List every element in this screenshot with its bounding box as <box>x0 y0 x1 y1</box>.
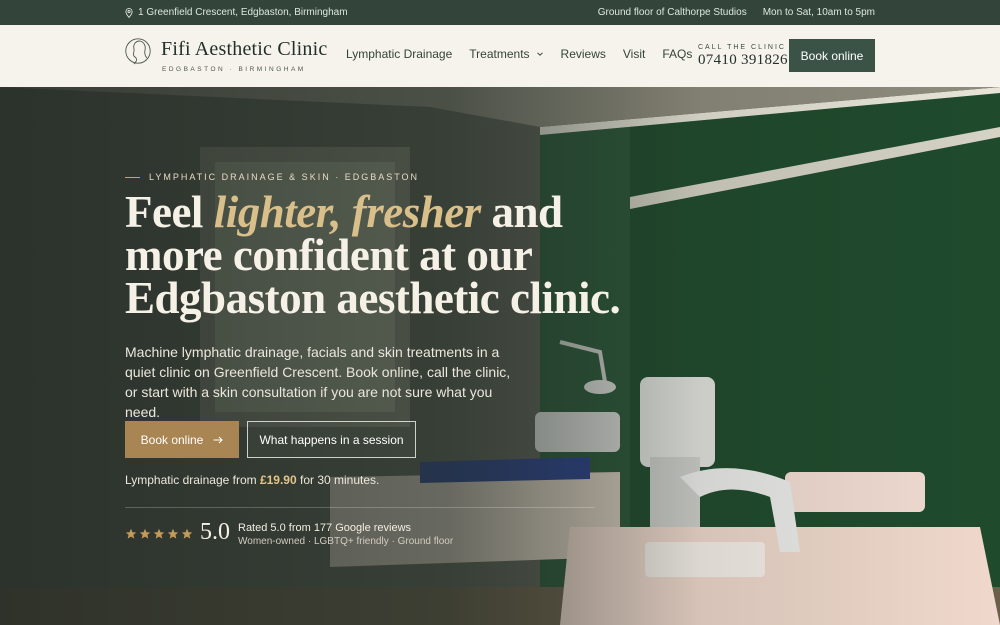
book-button-label: Book online <box>140 432 204 447</box>
star-icon <box>181 528 193 539</box>
opening-hours: Mon to Sat, 10am to 5pm <box>762 7 875 18</box>
star-icon <box>167 528 179 539</box>
star-icon <box>153 528 165 539</box>
chevron-down-icon <box>536 52 543 56</box>
eyebrow-rule <box>125 176 140 178</box>
address: 1 Greenfield Crescent, Edgbaston, Birmin… <box>125 7 348 18</box>
phone-number[interactable]: 07410 391826 <box>698 52 788 69</box>
arrow-right-icon <box>213 436 224 443</box>
session-info-button[interactable]: What happens in a session <box>247 421 416 458</box>
nav-label: Reviews <box>560 47 606 61</box>
price-value: £19.90 <box>259 473 297 487</box>
nav-label: FAQs <box>662 47 693 61</box>
nav-faqs[interactable]: FAQs <box>662 47 692 61</box>
price-note: Lymphatic drainage from £19.90 for 30 mi… <box>125 473 379 487</box>
star-icon <box>139 528 151 539</box>
nav-visit[interactable]: Visit <box>623 47 645 61</box>
main-nav: Lymphatic Drainage Treatments Reviews Vi… <box>346 47 692 61</box>
nav-lymphatic-drainage[interactable]: Lymphatic Drainage <box>346 47 452 61</box>
hero-eyebrow: LYMPHATIC DRAINAGE & SKIN · EDGBASTON <box>125 172 419 182</box>
nav-label: Treatments <box>469 47 530 61</box>
star-icon <box>125 528 137 539</box>
rating-stars <box>125 528 193 540</box>
eyebrow-text: LYMPHATIC DRAINAGE & SKIN · EDGBASTON <box>149 172 420 182</box>
top-info-bar: 1 Greenfield Crescent, Edgbaston, Birmin… <box>0 0 1000 25</box>
address-text: 1 Greenfield Crescent, Edgbaston, Birmin… <box>138 7 348 18</box>
hero-divider <box>125 507 595 508</box>
hero-headline: Feel lighter, fresher and more confident… <box>125 190 645 321</box>
call-clinic[interactable]: CALL THE CLINIC 07410 391826 <box>698 44 788 69</box>
price-pre: Lymphatic drainage from <box>125 473 260 487</box>
clinic-tags: Women-owned · LGBTQ+ friendly · Ground f… <box>238 536 454 547</box>
hero-lede: Machine lymphatic drainage, facials and … <box>125 344 511 420</box>
rating-summary[interactable]: Rated 5.0 from 177 Google reviews <box>238 522 411 534</box>
hero-book-button[interactable]: Book online <box>125 421 239 458</box>
map-pin-icon <box>125 7 133 18</box>
header-book-button[interactable]: Book online <box>789 39 875 72</box>
location-note: Ground floor of Calthorpe Studios <box>597 7 747 18</box>
brand-name[interactable]: Fifi Aesthetic Clinic <box>161 38 327 61</box>
rating-score: 5.0 <box>200 519 230 545</box>
call-label: CALL THE CLINIC <box>698 44 786 51</box>
nav-reviews[interactable]: Reviews <box>561 47 606 61</box>
hero-section: LYMPHATIC DRAINAGE & SKIN · EDGBASTON Fe… <box>0 87 1000 625</box>
site-header: Fifi Aesthetic Clinic EDGBASTON · BIRMIN… <box>0 25 1000 87</box>
logo-face-icon[interactable] <box>125 37 153 69</box>
brand-location: EDGBASTON · BIRMINGHAM <box>162 66 306 73</box>
nav-label: Lymphatic Drainage <box>346 47 453 61</box>
nav-treatments[interactable]: Treatments <box>469 47 543 61</box>
price-post: for 30 minutes. <box>296 473 380 487</box>
nav-label: Visit <box>622 47 646 61</box>
